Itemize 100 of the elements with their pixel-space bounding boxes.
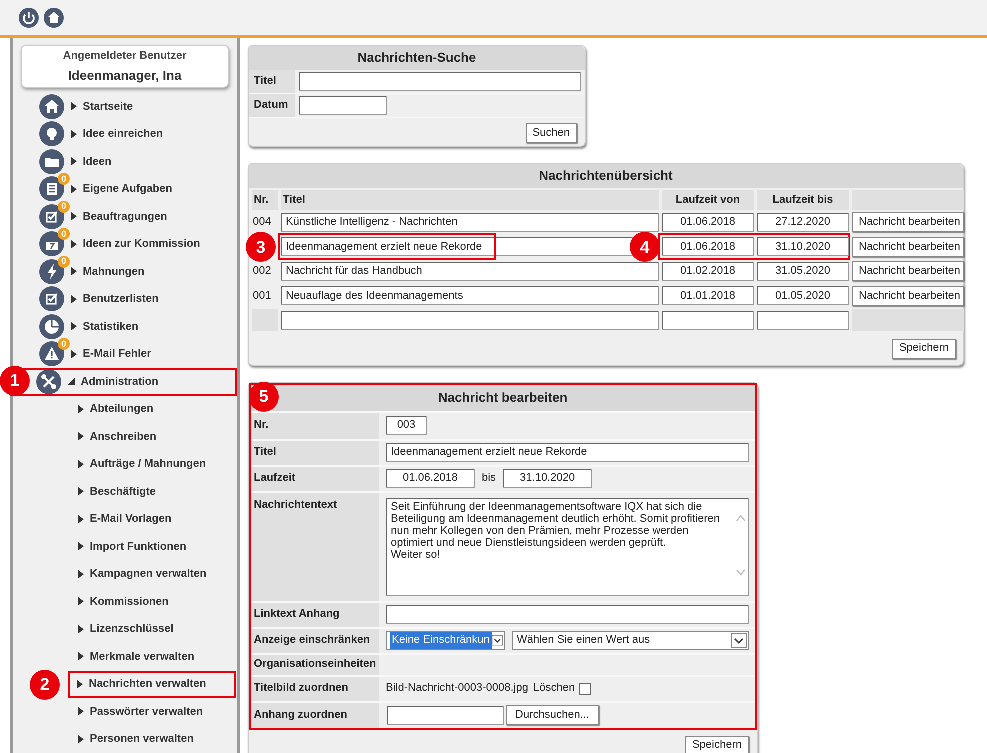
menu-label: Ideen zur Kommission: [83, 237, 200, 252]
submenu-item[interactable]: Import Funktionen: [78, 533, 187, 560]
start-date-field[interactable]: 01.06.2018: [662, 237, 754, 256]
text-field[interactable]: [386, 605, 749, 624]
end-date-field[interactable]: 31.10.2020: [503, 469, 592, 488]
title-field[interactable]: Ideenmanagement erzielt neue Rekorde: [281, 237, 633, 256]
pie-chart-icon: [39, 314, 65, 340]
collapsed-arrow-icon: [78, 652, 84, 662]
user-label: Angemeldeter Benutzer: [63, 49, 187, 64]
menu-item[interactable]: Benutzerlisten: [13, 286, 159, 313]
menu-item[interactable]: Startseite: [13, 93, 134, 120]
row-number: 002: [252, 264, 272, 279]
range-separator: bis: [482, 471, 496, 486]
submenu-item[interactable]: Passwörter verwalten: [78, 698, 204, 726]
home-icon: [39, 94, 65, 120]
end-date-field[interactable]: 01.05.2020: [757, 286, 849, 306]
text-field[interactable]: Ideenmanagement erzielt neue Rekorde: [386, 443, 749, 462]
submenu-label: Anschreiben: [90, 430, 157, 444]
menu-item[interactable]: Ideen: [13, 148, 112, 176]
collapsed-arrow-icon: [78, 514, 84, 524]
submenu-item[interactable]: Kommissionen: [78, 588, 169, 616]
lightbulb-icon: [39, 121, 65, 148]
field-label: Laufzeit: [251, 466, 379, 490]
value-dropdown[interactable]: Wählen Sie einen Wert aus: [512, 631, 749, 650]
button[interactable]: Nachricht bearbeiten: [852, 261, 964, 282]
start-date-field[interactable]: 01.01.2018: [662, 286, 754, 306]
menu-label: Beauftragungen: [83, 210, 168, 224]
callout-marker: 3: [246, 232, 276, 262]
row-number: 001: [252, 288, 272, 304]
submenu-item[interactable]: Nachrichten verwalten: [68, 670, 236, 698]
count-badge: 0: [58, 338, 70, 350]
submenu-label: Kommissionen: [90, 594, 169, 610]
submenu-item[interactable]: Kampagnen verwalten: [78, 560, 207, 588]
collapsed-arrow-icon: [78, 624, 84, 634]
start-date-field[interactable]: 01.06.2018: [386, 469, 475, 488]
menu-item[interactable]: 0 Mahnungen: [13, 258, 145, 286]
submenu-item[interactable]: Aufträge / Mahnungen: [78, 450, 206, 478]
collapsed-arrow-icon: [78, 404, 84, 414]
end-date-field[interactable]: 31.10.2020: [757, 237, 849, 256]
submenu-label: Passwörter verwalten: [90, 704, 204, 720]
menu-item[interactable]: 0 Eigene Aufgaben: [13, 176, 172, 203]
title-field[interactable]: Nachricht für das Handbuch: [281, 262, 659, 281]
new-start-date-field[interactable]: [662, 310, 754, 330]
end-date-field[interactable]: 27.12.2020: [757, 212, 849, 232]
button[interactable]: Speichern: [892, 338, 956, 358]
menu-item[interactable]: Idee einreichen: [13, 120, 164, 148]
field-label: Nachrichtentext: [251, 492, 379, 600]
start-date-field[interactable]: 01.02.2018: [662, 262, 754, 281]
panel-title: Nachrichten-Suche: [249, 46, 585, 70]
field-label: Titel: [249, 70, 295, 93]
new-title-field[interactable]: [281, 310, 659, 330]
collapsed-arrow-icon: [78, 460, 84, 469]
count-badge: 0: [58, 200, 70, 213]
start-date-field[interactable]: 01.06.2018: [662, 212, 754, 232]
column-header: Laufzeit von: [662, 190, 754, 210]
file-path-field[interactable]: [387, 706, 504, 724]
menu-item[interactable]: 0 E-Mail Fehler: [13, 340, 152, 368]
calendar-icon: [39, 231, 65, 258]
checkbox-icon: [39, 286, 65, 312]
button[interactable]: Nachricht bearbeiten: [852, 212, 964, 232]
button[interactable]: Nachricht bearbeiten: [852, 286, 964, 306]
submenu-label: Beschäftigte: [90, 484, 156, 500]
title-field[interactable]: Künstliche Intelligenz - Nachrichten: [281, 212, 659, 232]
submenu-item[interactable]: Personen verwalten: [78, 726, 194, 753]
count-badge: 0: [58, 256, 70, 268]
button[interactable]: Speichern: [685, 736, 749, 753]
restriction-dropdown[interactable]: Keine Einschränkun: [386, 631, 505, 650]
submenu-item[interactable]: Merkmale verwalten: [78, 643, 195, 670]
title-search-field[interactable]: [299, 72, 581, 91]
submenu-label: Nachrichten verwalten: [89, 677, 206, 692]
message-text-field[interactable]: Seit Einführung der Ideenmanagementsoftware IQX hat sich die Beteiligung am Ideenmanagement deutlich erhöht. Somit profitieren nun mehr Kollegen von den Prämien, mehr Prozesse werden optimiert und neue Dienstleistungsideen werden geprüft. Weiter so!: [386, 498, 749, 596]
menu-item[interactable]: 0 Beauftragungen: [13, 203, 168, 230]
submenu-item[interactable]: E-Mail Vorlagen: [78, 506, 172, 533]
delete-checkbox[interactable]: [579, 682, 592, 694]
date-search-field[interactable]: [299, 96, 387, 115]
submenu-label: Lizenzschlüssel: [90, 622, 174, 637]
end-date-field[interactable]: 31.05.2020: [757, 262, 849, 281]
tools-icon: [36, 368, 62, 395]
lightning-icon: [39, 258, 65, 285]
power-icon[interactable]: [18, 6, 40, 28]
warning-icon: [39, 341, 65, 368]
number-field[interactable]: 003: [386, 416, 427, 435]
field-label: Titel: [251, 440, 379, 464]
home-icon[interactable]: [43, 6, 65, 28]
submenu-item[interactable]: Anschreiben: [78, 423, 157, 450]
button[interactable]: Suchen: [526, 123, 577, 143]
menu-item[interactable]: Administration: [33, 368, 237, 396]
submenu-item[interactable]: Abteilungen: [78, 396, 154, 423]
title-field[interactable]: Neuauflage des Ideenmanagements: [281, 286, 659, 306]
button[interactable]: Nachricht bearbeiten: [852, 236, 964, 257]
new-end-date-field[interactable]: [757, 310, 849, 330]
menu-item[interactable]: 0 Ideen zur Kommission: [13, 230, 200, 258]
button[interactable]: Durchsuchen...: [506, 705, 599, 725]
submenu-item[interactable]: Beschäftigte: [78, 478, 156, 506]
collapsed-arrow-icon: [78, 542, 84, 552]
submenu-label: Abteilungen: [90, 402, 154, 417]
menu-item[interactable]: Statistiken: [13, 313, 139, 340]
submenu-item[interactable]: Lizenzschlüssel: [78, 616, 174, 643]
menu-label: Administration: [81, 374, 159, 390]
collapsed-arrow-icon: [78, 487, 84, 496]
